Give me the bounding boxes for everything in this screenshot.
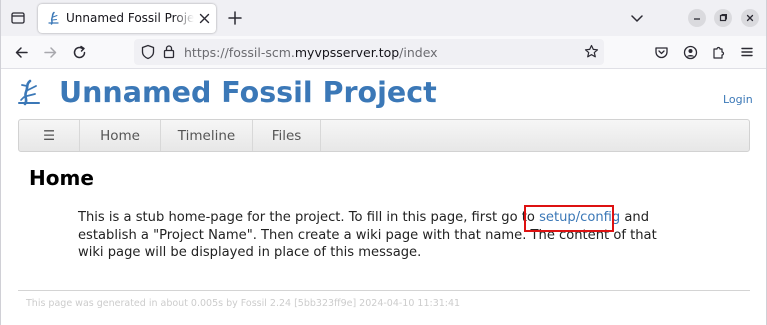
chevron-down-icon[interactable] [629, 10, 645, 26]
footer-divider [18, 290, 750, 291]
page-title: Home [29, 166, 94, 190]
minimize-window-icon[interactable] [688, 9, 706, 27]
tracking-protection-shield-icon[interactable] [141, 44, 155, 60]
fossil-logo-icon [16, 78, 42, 108]
url-host: myvpsserver.top [294, 45, 400, 60]
maximize-window-icon[interactable] [714, 9, 732, 27]
url-text: https://fossil-scm.myvpsserver.top/index [184, 45, 438, 60]
menu-item-label: Timeline [177, 127, 236, 144]
menu-item-label: Files [271, 127, 302, 144]
forward-arrow-icon[interactable] [42, 44, 58, 60]
menu-item-label: Home [100, 127, 140, 144]
hamburger-icon: ☰ [42, 127, 56, 144]
annotation-highlight-box [524, 205, 614, 232]
new-tab-plus-icon[interactable] [226, 9, 244, 27]
hamburger-menu-icon[interactable] [739, 44, 755, 60]
web-page: Unnamed Fossil Project Login ☰ Home Time… [0, 70, 767, 325]
account-icon[interactable] [682, 44, 698, 60]
reload-icon[interactable] [71, 44, 87, 60]
page-footer: This page was generated in about 0.005s … [26, 298, 461, 309]
browser-tab-bar: Unnamed Fossil Project: I [0, 0, 767, 36]
address-bar[interactable]: https://fossil-scm.myvpsserver.top/index [134, 39, 604, 65]
list-all-tabs-icon[interactable] [8, 8, 28, 28]
menu-hamburger-button[interactable]: ☰ [19, 120, 80, 151]
menu-item-files[interactable]: Files [253, 120, 321, 151]
close-window-icon[interactable] [741, 9, 759, 27]
bookmark-star-icon[interactable] [584, 44, 599, 59]
site-title: Unnamed Fossil Project [59, 76, 437, 109]
window-border-left [0, 0, 1, 325]
menu-item-home[interactable]: Home [80, 120, 161, 151]
pocket-icon[interactable] [653, 44, 669, 60]
extensions-puzzle-icon[interactable] [710, 44, 726, 60]
browser-navigation-bar: https://fossil-scm.myvpsserver.top/index [0, 36, 767, 69]
tab-title: Unnamed Fossil Project: I [66, 11, 194, 25]
menu-item-timeline[interactable]: Timeline [161, 120, 253, 151]
main-menu: ☰ Home Timeline Files [18, 119, 750, 152]
url-path: /index [399, 45, 438, 60]
browser-tab[interactable]: Unnamed Fossil Project: I [38, 4, 216, 33]
login-link[interactable]: Login [723, 93, 753, 106]
body-text-before-link: This is a stub home-page for the project… [78, 210, 540, 225]
lock-icon[interactable] [163, 44, 175, 59]
close-icon[interactable] [198, 12, 211, 25]
url-scheme: https://fossil-scm. [184, 45, 295, 60]
fossil-logo-icon [46, 11, 61, 26]
back-arrow-icon[interactable] [13, 44, 29, 60]
